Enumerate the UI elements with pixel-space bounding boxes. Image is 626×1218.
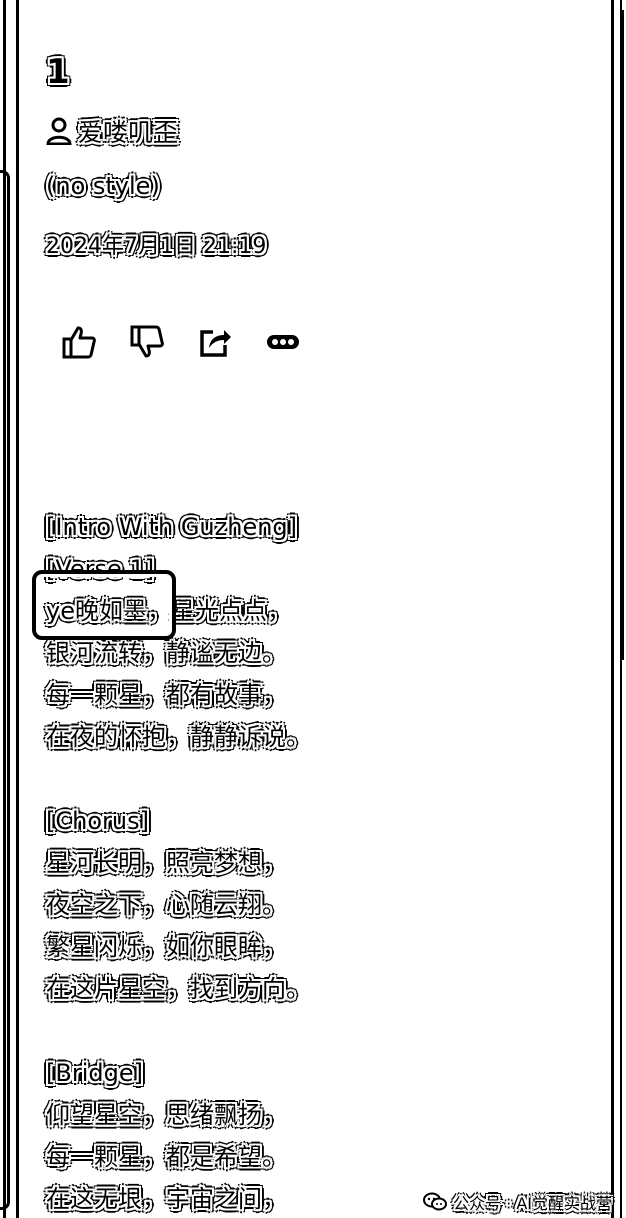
more-horizontal-icon	[266, 332, 300, 352]
scrollbar[interactable]	[621, 10, 624, 660]
action-bar	[60, 322, 302, 362]
user-icon	[46, 117, 72, 145]
lyric-line: 夜空之下，心随云翔。	[46, 891, 286, 919]
lyric-section-intro: [Intro With Guzheng]	[46, 513, 298, 541]
lyric-line: 每一颗星，都有故事，	[46, 681, 286, 709]
wechat-icon	[423, 1192, 448, 1212]
author-name[interactable]: 爱喽叽歪	[78, 113, 178, 149]
thumbs-down-icon	[129, 324, 165, 360]
highlight-annotation-inner	[36, 574, 172, 636]
created-date: 2024年7月1日 21:19	[46, 234, 267, 259]
lyric-line: 每一颗星，都是希望。	[46, 1143, 286, 1171]
lyric-line: 繁星闪烁，如你眼眸，	[46, 933, 286, 961]
lyric-section-bridge: [Bridge]	[46, 1059, 143, 1087]
dislike-button[interactable]	[128, 322, 166, 362]
lyric-line: 在夜的怀抱，静静诉说。	[46, 723, 310, 751]
like-button[interactable]	[60, 322, 98, 362]
lyric-line: 在这片星空，找到方向。	[46, 975, 310, 1003]
thumbs-up-icon	[61, 324, 97, 360]
share-icon	[197, 324, 233, 360]
left-panel-edge	[0, 170, 10, 1210]
author-row[interactable]: 爱喽叽歪	[46, 114, 178, 148]
song-number: 1	[46, 52, 70, 92]
share-button[interactable]	[196, 322, 234, 362]
lyric-section-chorus: [Chorus]	[46, 807, 149, 835]
lyric-blank-line	[46, 758, 606, 800]
style-tag: (no style)	[46, 172, 160, 200]
watermark: 公众号 · AI觉醒实战营	[423, 1190, 612, 1214]
lyric-blank-line	[46, 1010, 606, 1052]
lyric-line: 仰望星空，思绪飘扬，	[46, 1101, 286, 1129]
lyric-line: 星河长明，照亮梦想，	[46, 849, 286, 877]
more-button[interactable]	[264, 322, 302, 362]
watermark-text: 公众号 · AI觉醒实战营	[453, 1194, 612, 1213]
